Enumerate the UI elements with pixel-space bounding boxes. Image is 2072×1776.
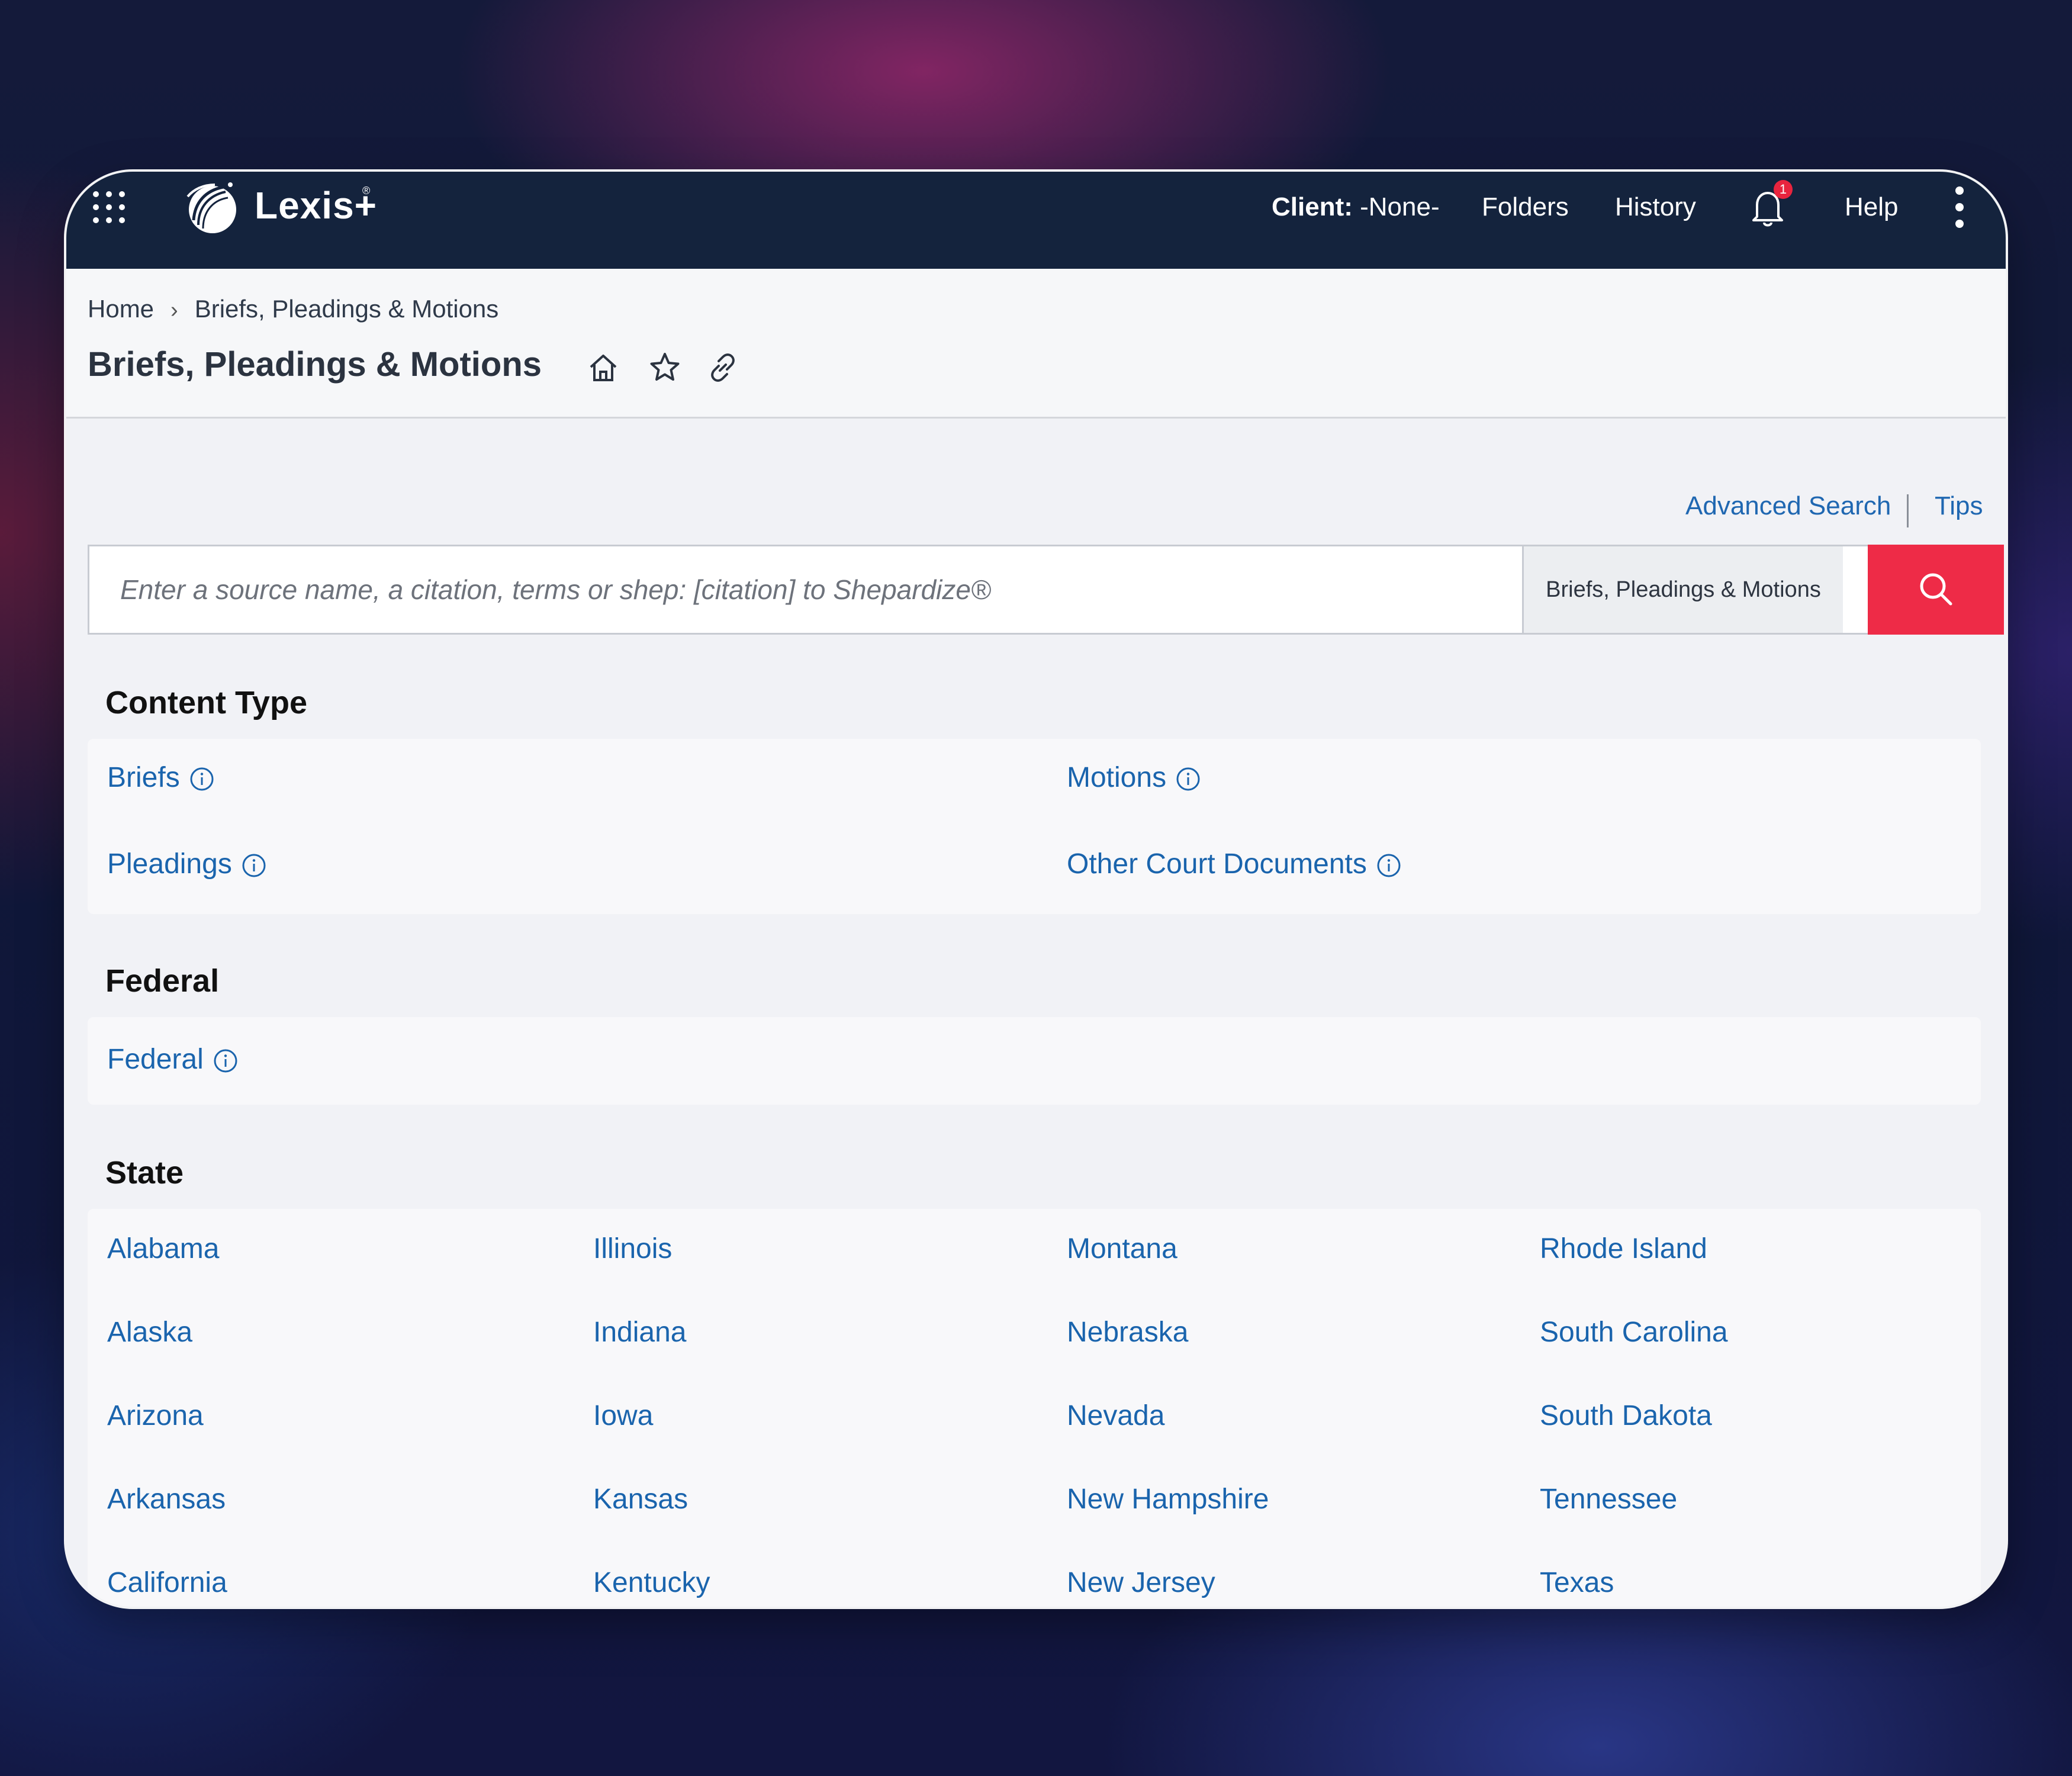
info-icon[interactable]: [213, 1048, 238, 1073]
state-item[interactable]: South Carolina: [1540, 1315, 1728, 1350]
state-item[interactable]: Indiana: [593, 1315, 686, 1350]
search-input[interactable]: [89, 546, 1522, 633]
star-icon[interactable]: [648, 350, 682, 385]
content-type-label: Briefs: [107, 762, 180, 793]
state-item[interactable]: Kansas: [593, 1482, 688, 1517]
chevron-right-icon: ›: [170, 298, 178, 323]
breadcrumb-home[interactable]: Home: [88, 295, 154, 323]
tips-link[interactable]: Tips: [1935, 491, 1983, 521]
client-value: -None-: [1360, 192, 1440, 221]
state-item[interactable]: Iowa: [593, 1398, 653, 1434]
state-item[interactable]: Kentucky: [593, 1565, 710, 1601]
notification-badge: 1: [1774, 180, 1793, 199]
top-nav-bar: Lexis+ ® Client: -None- Folders History …: [66, 172, 2006, 269]
state-item[interactable]: New Jersey: [1067, 1565, 1215, 1601]
content-type-item[interactable]: Pleadings: [107, 847, 266, 882]
content-type-item[interactable]: Motions: [1067, 760, 1201, 796]
state-heading: State: [105, 1155, 184, 1191]
state-item[interactable]: New Hampshire: [1067, 1482, 1269, 1517]
link-icon[interactable]: [706, 350, 740, 385]
breadcrumb-current: Briefs, Pleadings & Motions: [194, 295, 499, 323]
brand-name[interactable]: Lexis+: [255, 184, 377, 227]
content-type-item[interactable]: Other Court Documents: [1067, 847, 1401, 882]
federal-label: Federal: [107, 1044, 204, 1075]
federal-item[interactable]: Federal: [107, 1042, 238, 1077]
state-item[interactable]: Arizona: [107, 1398, 204, 1434]
state-item[interactable]: Rhode Island: [1540, 1231, 1707, 1267]
page-title: Briefs, Pleadings & Motions: [88, 345, 542, 384]
page-header: Home › Briefs, Pleadings & Motions Briefs,…: [66, 269, 2006, 419]
state-item[interactable]: Texas: [1540, 1565, 1614, 1601]
content-type-heading: Content Type: [105, 685, 307, 720]
state-item[interactable]: Tennessee: [1540, 1482, 1677, 1517]
home-icon[interactable]: [586, 350, 620, 385]
state-item[interactable]: Montana: [1067, 1231, 1177, 1267]
state-item[interactable]: South Dakota: [1540, 1398, 1712, 1434]
content-type-label: Pleadings: [107, 848, 232, 880]
nav-help[interactable]: Help: [1845, 189, 1899, 225]
content-type-label: Motions: [1067, 762, 1167, 793]
info-icon[interactable]: [1376, 853, 1401, 878]
link-divider: [1907, 494, 1909, 527]
info-icon[interactable]: [242, 853, 266, 878]
advanced-search-link[interactable]: Advanced Search: [1685, 491, 1891, 521]
federal-heading: Federal: [105, 963, 220, 999]
lexis-logo-icon[interactable]: [182, 179, 238, 235]
content-type-label: Other Court Documents: [1067, 848, 1367, 880]
info-icon[interactable]: [189, 767, 214, 792]
search-bar: Briefs, Pleadings & Motions: [88, 545, 2004, 635]
search-scope-selector[interactable]: Briefs, Pleadings & Motions: [1522, 546, 1843, 633]
state-item[interactable]: California: [107, 1565, 227, 1601]
apps-grid-icon[interactable]: [91, 189, 127, 225]
state-item[interactable]: Alaska: [107, 1315, 192, 1350]
nav-folders[interactable]: Folders: [1482, 189, 1569, 225]
federal-card: Federal: [88, 1017, 1981, 1105]
state-card: Alabama Alaska Arizona Arkansas Californ…: [88, 1209, 1981, 1607]
info-icon[interactable]: [1176, 767, 1201, 792]
state-item[interactable]: Alabama: [107, 1231, 219, 1267]
state-item[interactable]: Nevada: [1067, 1398, 1164, 1434]
kebab-menu-icon[interactable]: [1952, 184, 1967, 231]
state-item[interactable]: Arkansas: [107, 1482, 226, 1517]
content-type-item[interactable]: Briefs: [107, 760, 214, 796]
state-item[interactable]: Nebraska: [1067, 1315, 1188, 1350]
search-icon: [1920, 573, 1952, 606]
client-label: Client:: [1272, 192, 1353, 221]
app-window: Lexis+ ® Client: -None- Folders History …: [66, 172, 2006, 1607]
breadcrumb: Home › Briefs, Pleadings & Motions: [88, 295, 498, 323]
search-button[interactable]: [1868, 545, 2004, 635]
state-item[interactable]: Illinois: [593, 1231, 672, 1267]
content-type-card: Briefs Motions Pleadings Other Court Doc…: [88, 739, 1981, 914]
client-selector[interactable]: Client: -None-: [1272, 189, 1440, 225]
nav-history[interactable]: History: [1615, 189, 1696, 225]
brand-registered-mark: ®: [362, 185, 371, 197]
